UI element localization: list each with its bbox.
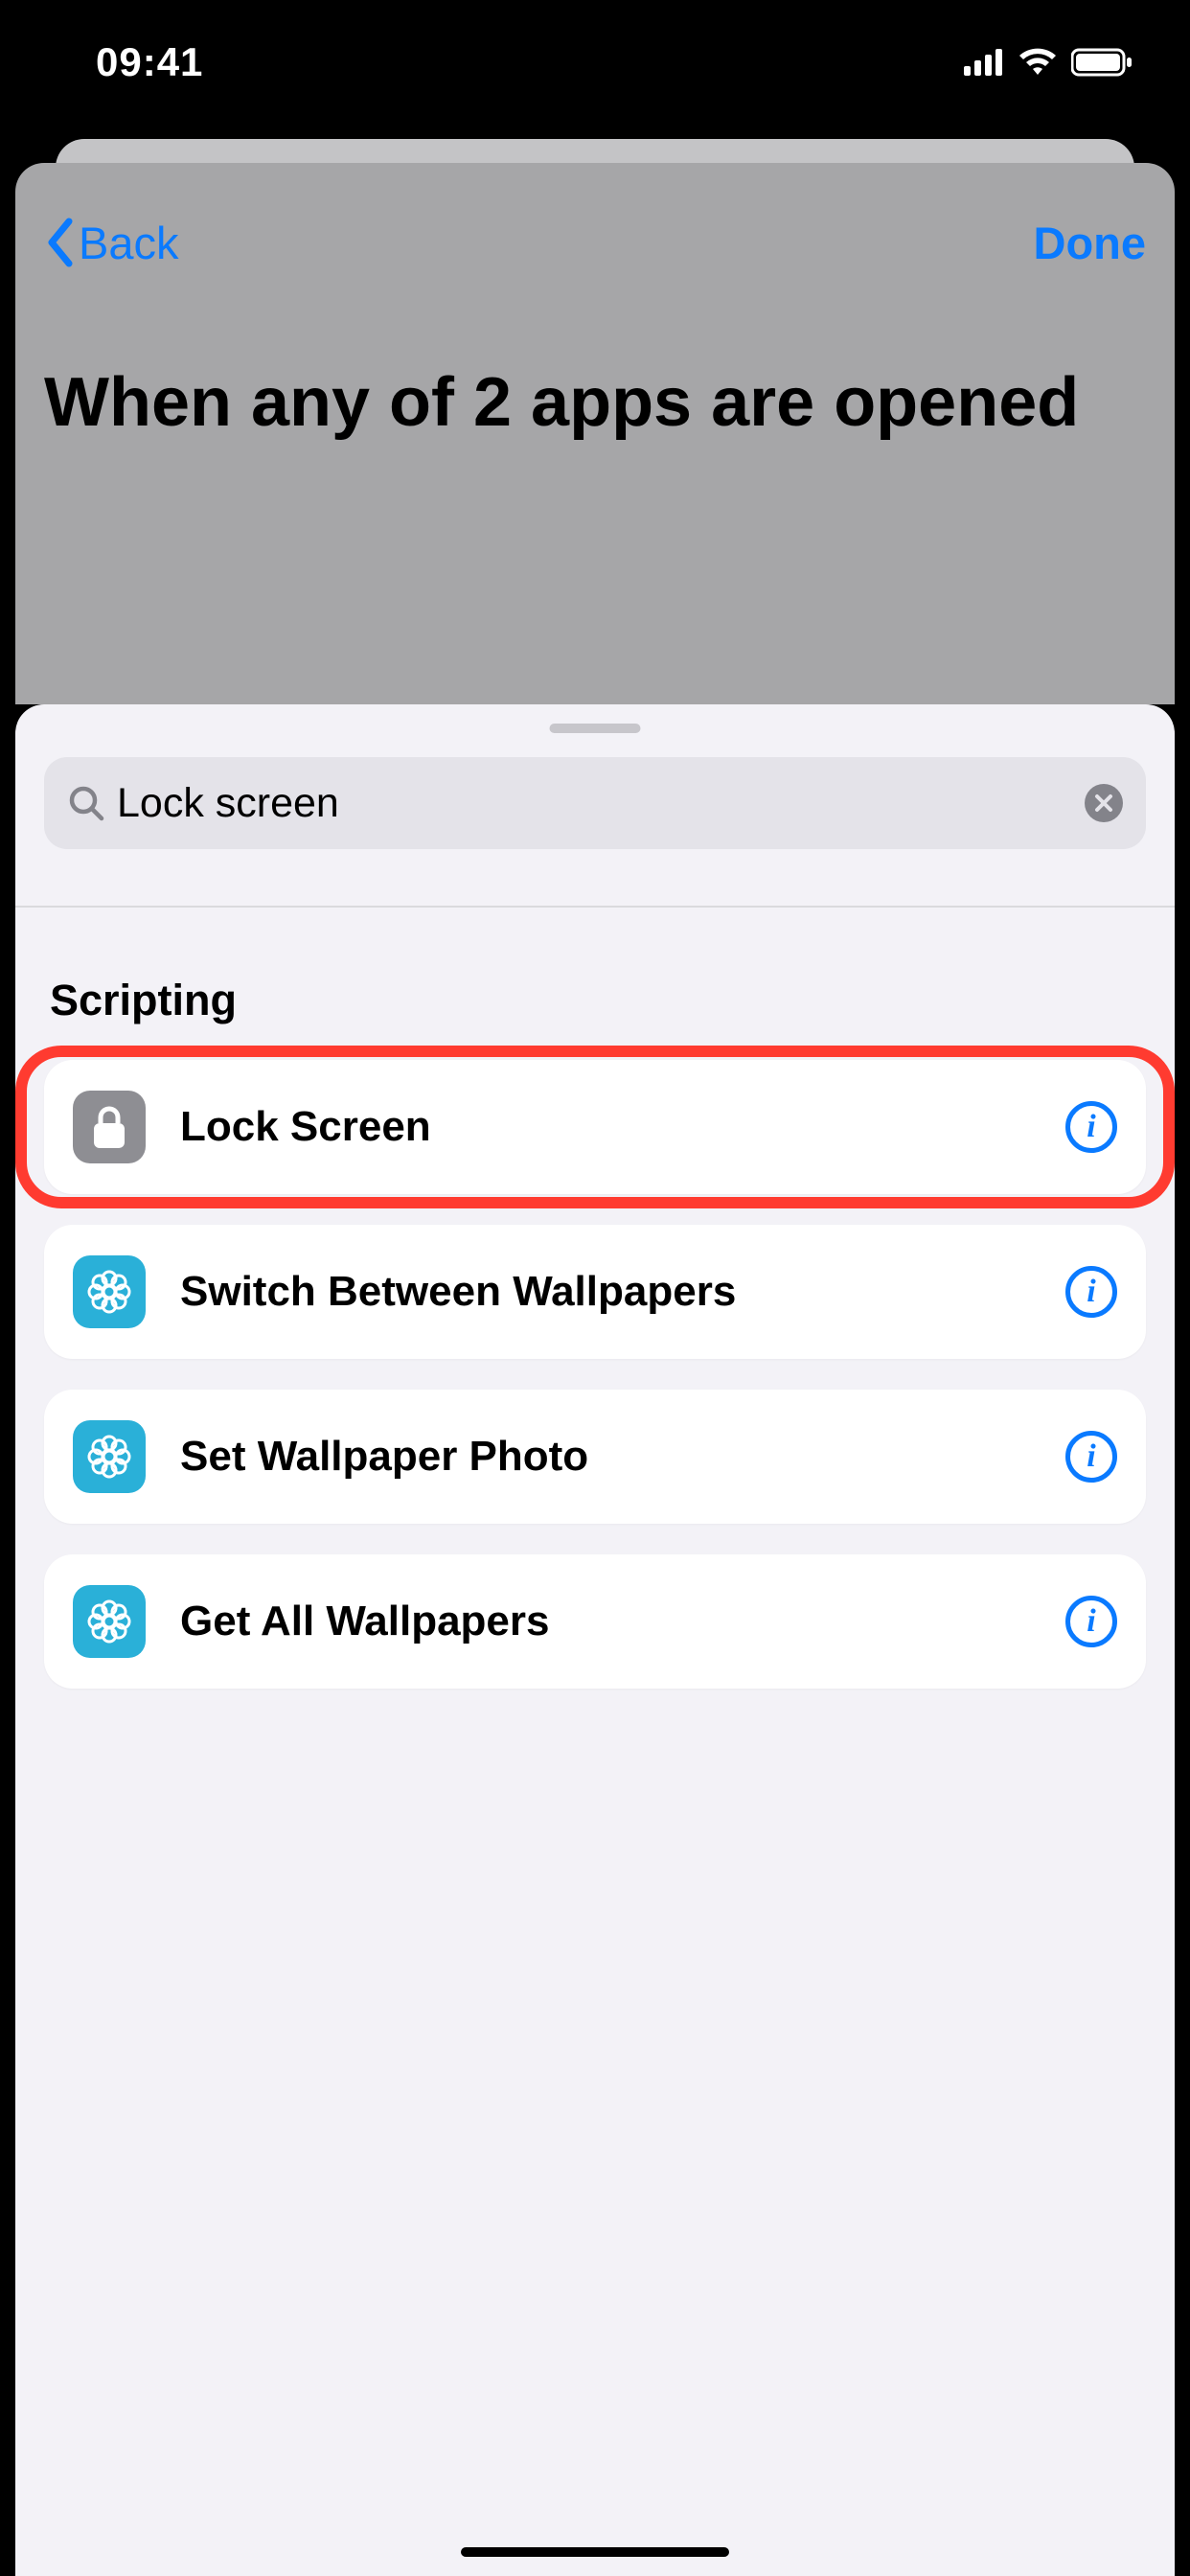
close-icon (1094, 794, 1113, 813)
action-list: Lock Screen i (44, 1060, 1146, 1689)
done-button[interactable]: Done (1034, 217, 1147, 269)
action-picker-sheet: Scripting Lock Screen i (15, 704, 1175, 2576)
info-button[interactable]: i (1065, 1596, 1117, 1647)
status-indicators (964, 48, 1133, 77)
automation-header-sheet: Back Done When any of 2 apps are opened (15, 163, 1175, 704)
search-field[interactable] (44, 757, 1146, 849)
action-label: Switch Between Wallpapers (180, 1268, 1065, 1316)
chevron-left-icon (44, 218, 75, 267)
action-label: Lock Screen (180, 1103, 1065, 1151)
section-title-scripting: Scripting (50, 976, 1146, 1025)
action-switch-wallpapers[interactable]: Switch Between Wallpapers i (44, 1225, 1146, 1359)
info-button[interactable]: i (1065, 1266, 1117, 1318)
flower-icon (73, 1420, 146, 1493)
clear-search-button[interactable] (1085, 784, 1123, 822)
divider (15, 906, 1175, 908)
action-label: Get All Wallpapers (180, 1598, 1065, 1645)
flower-icon (73, 1585, 146, 1658)
action-set-wallpaper-photo[interactable]: Set Wallpaper Photo i (44, 1390, 1146, 1524)
lock-icon (73, 1091, 146, 1163)
home-indicator[interactable] (461, 2547, 729, 2557)
back-button[interactable]: Back (44, 217, 179, 269)
action-get-all-wallpapers[interactable]: Get All Wallpapers i (44, 1554, 1146, 1689)
status-time: 09:41 (96, 39, 203, 85)
info-button[interactable]: i (1065, 1101, 1117, 1153)
action-lock-screen[interactable]: Lock Screen i (44, 1060, 1146, 1194)
battery-icon (1071, 48, 1133, 77)
sheet-grabber[interactable] (550, 724, 641, 733)
action-label: Set Wallpaper Photo (180, 1433, 1065, 1481)
info-button[interactable]: i (1065, 1431, 1117, 1483)
cellular-icon (964, 49, 1004, 76)
page-title: When any of 2 apps are opened (44, 360, 1146, 446)
search-icon (67, 784, 105, 822)
back-label: Back (79, 217, 179, 269)
flower-icon (73, 1255, 146, 1328)
wifi-icon (1018, 48, 1058, 77)
search-input[interactable] (117, 780, 1073, 827)
status-bar: 09:41 (0, 0, 1190, 125)
